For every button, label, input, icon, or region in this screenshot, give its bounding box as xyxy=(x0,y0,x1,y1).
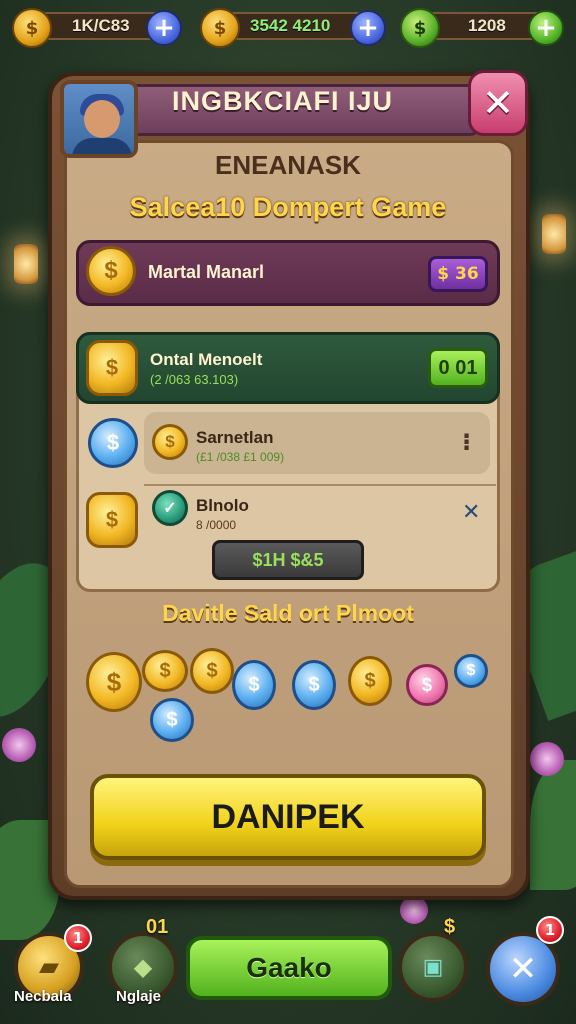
green-claim-button[interactable]: 0 01 xyxy=(428,348,488,388)
blue-coin-icon: $ xyxy=(292,660,336,710)
notification-badge: 1 xyxy=(64,924,92,952)
nav-inventory-label: Necbala xyxy=(14,988,72,1005)
reward-row-purple-label: Martal Manarl xyxy=(148,262,265,282)
gold-bar-icon: ▰ xyxy=(39,952,59,982)
coin-icon: $ xyxy=(348,656,392,706)
resource-coins: $ 1K/C83 + xyxy=(12,8,188,48)
purple-badge-button[interactable]: $ 36 xyxy=(428,256,488,292)
blue-coin-icon: $ xyxy=(454,654,488,688)
coin-icon: $ xyxy=(142,650,188,692)
close-button[interactable]: ✕ xyxy=(468,70,528,136)
panel-title: INGBKCIAFI IJU xyxy=(172,86,394,116)
gold-coin-icon: $ xyxy=(200,8,240,48)
blue-coin-icon: $ xyxy=(150,698,194,742)
panel-heading: Salcea10 Dompert Game xyxy=(129,192,447,222)
collect-button[interactable]: $1H $&5 xyxy=(212,540,364,580)
flower-decoration xyxy=(2,728,36,762)
coins-heading: Davitle Sald ort Plmoot xyxy=(162,600,414,626)
lantern-decoration xyxy=(14,244,38,284)
nav-map-label: Nglaje xyxy=(116,988,162,1005)
coin-icon: $ xyxy=(152,424,188,460)
coin-stack-icon: $ xyxy=(86,340,138,396)
coin-stack-icon: $ xyxy=(86,492,138,548)
panel-subtitle: ENEANASK xyxy=(215,150,361,180)
dismiss-icon[interactable]: ✕ xyxy=(462,500,480,525)
notification-badge: 1 xyxy=(536,916,564,944)
row-divider xyxy=(144,484,496,486)
reward-row-plain-sub: 8 /0000 xyxy=(196,518,237,532)
player-avatar[interactable] xyxy=(60,80,138,158)
green-coin-icon: $ xyxy=(400,8,440,48)
coin-stack-icon: $ xyxy=(12,8,52,48)
add-coins-button[interactable]: + xyxy=(146,10,182,46)
map-icon: ◆ xyxy=(133,953,153,981)
green-leaf-icon: ✓ xyxy=(152,490,188,526)
resource-gems: $ 3542 4210 + xyxy=(200,8,390,48)
main-action-button[interactable]: DANIPEK xyxy=(90,774,486,860)
coin-icon: $ xyxy=(86,652,142,712)
energy-amount: 1208 xyxy=(468,16,506,35)
nav-map-top: 01 xyxy=(146,916,169,938)
add-energy-button[interactable]: + xyxy=(528,10,564,46)
gems-amount: 3542 4210 xyxy=(250,16,331,35)
reward-row-plain-label: Blnolo xyxy=(196,496,249,515)
leaf-decoration xyxy=(530,760,576,890)
shop-icon: ▣ xyxy=(422,954,444,980)
shop-coin-label: $ xyxy=(444,916,456,938)
pink-coin-icon: $ xyxy=(406,664,448,706)
coins-amount: 1K/C83 xyxy=(72,16,130,35)
more-options-icon[interactable]: ⁝ xyxy=(462,428,471,456)
blue-coin-icon: $ xyxy=(88,418,138,468)
coin-icon: $ xyxy=(190,648,234,694)
flower-decoration xyxy=(530,742,564,776)
blue-coin-icon: $ xyxy=(232,660,276,710)
play-button[interactable]: Gaako xyxy=(186,936,392,1000)
resource-energy: $ 1208 + xyxy=(400,8,570,48)
nav-shop-button[interactable]: ▣ xyxy=(398,932,468,1002)
avatar-face xyxy=(84,100,120,138)
reward-row-light-sub: (£1 /038 £1 009) xyxy=(196,450,285,464)
reward-row-green-label: Ontal Menoelt xyxy=(150,350,263,369)
add-gems-button[interactable]: + xyxy=(350,10,386,46)
reward-row-green-sub: (2 /063 63.103) xyxy=(150,372,239,387)
reward-row-light-label: Sarnetlan xyxy=(196,428,274,447)
resource-bar: $ 1K/C83 + $ 3542 4210 + $ 1208 + xyxy=(0,4,576,48)
coin-icon: $ xyxy=(86,246,136,296)
